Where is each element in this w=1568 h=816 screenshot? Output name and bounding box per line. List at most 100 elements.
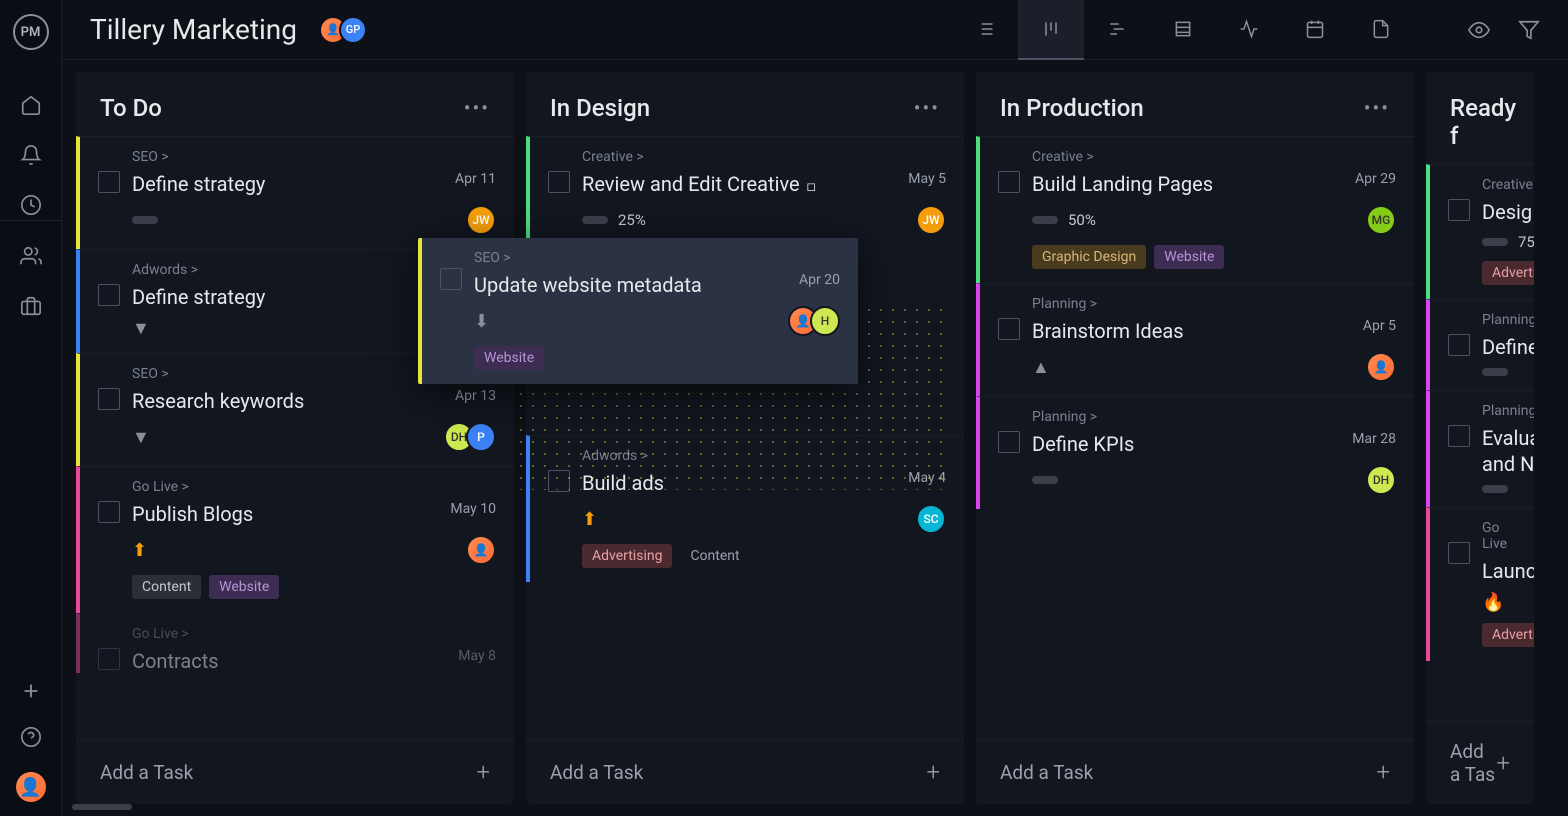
column-title: In Production <box>1000 94 1144 122</box>
sidebar: PM 👤 <box>0 0 62 816</box>
add-task-button[interactable]: Add a Task+ <box>76 739 514 804</box>
column: In Production•••Creative >Build Landing … <box>976 72 1414 804</box>
task-card[interactable]: Go Live >ContractsMay 8 <box>76 613 514 673</box>
task-checkbox[interactable] <box>98 388 120 410</box>
app-logo[interactable]: PM <box>13 14 49 50</box>
task-title: Define <box>1482 334 1534 360</box>
task-checkbox[interactable] <box>1448 199 1470 221</box>
column-title: To Do <box>100 94 162 122</box>
task-category: Go Live > <box>132 626 496 642</box>
tag[interactable]: Website <box>209 575 279 599</box>
member-stack[interactable]: 👤 GP <box>319 16 367 44</box>
tag-website[interactable]: Website <box>474 346 544 370</box>
task-card[interactable]: Go LiveLaunc🔥Adverti <box>1426 507 1534 661</box>
view-calendar[interactable] <box>1282 0 1348 60</box>
task-category: Go Live > <box>132 479 496 495</box>
tag[interactable]: Website <box>1154 245 1224 269</box>
task-checkbox[interactable] <box>440 268 462 290</box>
task-checkbox[interactable] <box>998 171 1020 193</box>
priority-down-icon: ⬇ <box>474 311 489 332</box>
plus-icon: + <box>926 758 940 786</box>
task-checkbox[interactable] <box>1448 425 1470 447</box>
task-title: Review and Edit Creative◇ <box>582 171 816 197</box>
task-category: Creative > <box>582 149 946 165</box>
task-assignees[interactable]: DH <box>1366 465 1396 495</box>
task-card[interactable]: PlanningDefine <box>1426 299 1534 390</box>
task-card[interactable]: SEO > Define strategy Apr 11 JW <box>76 136 514 249</box>
filter-icon[interactable] <box>1518 19 1540 41</box>
progress-percent: 75 <box>1518 233 1534 251</box>
task-card[interactable]: Go Live >Publish BlogsMay 10⬆👤ContentWeb… <box>76 466 514 613</box>
task-title: Update website metadata <box>474 272 702 298</box>
visibility-icon[interactable] <box>1468 19 1490 41</box>
briefcase-icon[interactable] <box>20 295 42 317</box>
progress-percent: 50% <box>1068 211 1096 229</box>
task-checkbox[interactable] <box>1448 334 1470 356</box>
tag[interactable]: Advertising <box>582 544 672 568</box>
task-card[interactable]: Planning >Define KPIsMar 28DH <box>976 396 1414 509</box>
clock-icon[interactable] <box>20 194 42 216</box>
view-gantt[interactable] <box>1084 0 1150 60</box>
task-card[interactable]: Planning >Brainstorm IdeasApr 5▲👤 <box>976 283 1414 396</box>
plus-icon[interactable] <box>20 680 42 702</box>
task-assignees[interactable]: 👤 H <box>788 306 840 336</box>
task-card[interactable]: Planning Evalua and N <box>1426 390 1534 507</box>
task-title: Research keywords <box>132 388 304 414</box>
task-assignees[interactable]: 👤 <box>1366 352 1396 382</box>
task-card[interactable]: Creative >Review and Edit Creative◇May 5… <box>526 136 964 249</box>
view-activity[interactable] <box>1216 0 1282 60</box>
column-menu[interactable]: ••• <box>464 96 490 120</box>
dragging-card[interactable]: SEO > Update website metadata Apr 20 ⬇ 👤… <box>418 238 858 384</box>
task-checkbox[interactable] <box>548 171 570 193</box>
task-assignees[interactable]: MG <box>1366 205 1396 235</box>
column-title: In Design <box>550 94 650 122</box>
task-checkbox[interactable] <box>98 501 120 523</box>
add-task-button[interactable]: Add a Tas+ <box>1426 721 1534 804</box>
tag[interactable]: Content <box>132 575 201 599</box>
task-card[interactable]: CreativeDesig75Adverti <box>1426 164 1534 299</box>
help-icon[interactable] <box>20 726 42 748</box>
column-menu[interactable]: ••• <box>1364 96 1390 120</box>
task-category: SEO > <box>132 149 496 165</box>
task-assignees[interactable]: SC <box>916 504 946 534</box>
people-icon[interactable] <box>20 245 42 267</box>
task-checkbox[interactable] <box>998 318 1020 340</box>
task-card[interactable]: Creative >Build Landing PagesApr 2950%MG… <box>976 136 1414 283</box>
task-assignees[interactable]: JW <box>466 205 496 235</box>
task-date: Apr 11 <box>455 171 496 187</box>
current-user-avatar[interactable]: 👤 <box>16 772 46 802</box>
task-date: Apr 13 <box>455 388 496 404</box>
tag[interactable]: Adverti <box>1482 623 1534 647</box>
tag[interactable]: Graphic Design <box>1032 245 1146 269</box>
task-assignees[interactable]: JW <box>916 205 946 235</box>
task-checkbox[interactable] <box>98 648 120 670</box>
home-icon[interactable] <box>20 94 42 116</box>
tag[interactable]: Adverti <box>1482 261 1534 285</box>
view-list[interactable] <box>952 0 1018 60</box>
add-task-button[interactable]: Add a Task+ <box>976 739 1414 804</box>
task-assignees[interactable]: 👤 <box>466 535 496 565</box>
task-title: Evalua and N <box>1482 425 1534 477</box>
task-date: Apr 29 <box>1355 171 1396 187</box>
task-checkbox[interactable] <box>98 171 120 193</box>
task-checkbox[interactable] <box>998 431 1020 453</box>
task-checkbox[interactable] <box>98 284 120 306</box>
bell-icon[interactable] <box>20 144 42 166</box>
task-title: Desig <box>1482 199 1532 225</box>
column-menu[interactable]: ••• <box>914 96 940 120</box>
view-board[interactable] <box>1018 0 1084 60</box>
plus-icon: + <box>1496 749 1510 777</box>
task-title: Define KPIs <box>1032 431 1134 457</box>
task-assignees[interactable]: DHP <box>444 422 496 452</box>
horizontal-scrollbar[interactable] <box>72 804 132 810</box>
task-title: Publish Blogs <box>132 501 253 527</box>
add-task-button[interactable]: Add a Task+ <box>526 739 964 804</box>
task-title: Define strategy <box>132 171 265 197</box>
view-files[interactable] <box>1348 0 1414 60</box>
view-table[interactable] <box>1150 0 1216 60</box>
priority-up-icon: ⬆ <box>582 509 597 530</box>
task-category: Planning <box>1482 403 1528 419</box>
task-checkbox[interactable] <box>1448 542 1470 564</box>
task-date: May 8 <box>458 648 496 664</box>
tag[interactable]: Content <box>680 544 749 568</box>
